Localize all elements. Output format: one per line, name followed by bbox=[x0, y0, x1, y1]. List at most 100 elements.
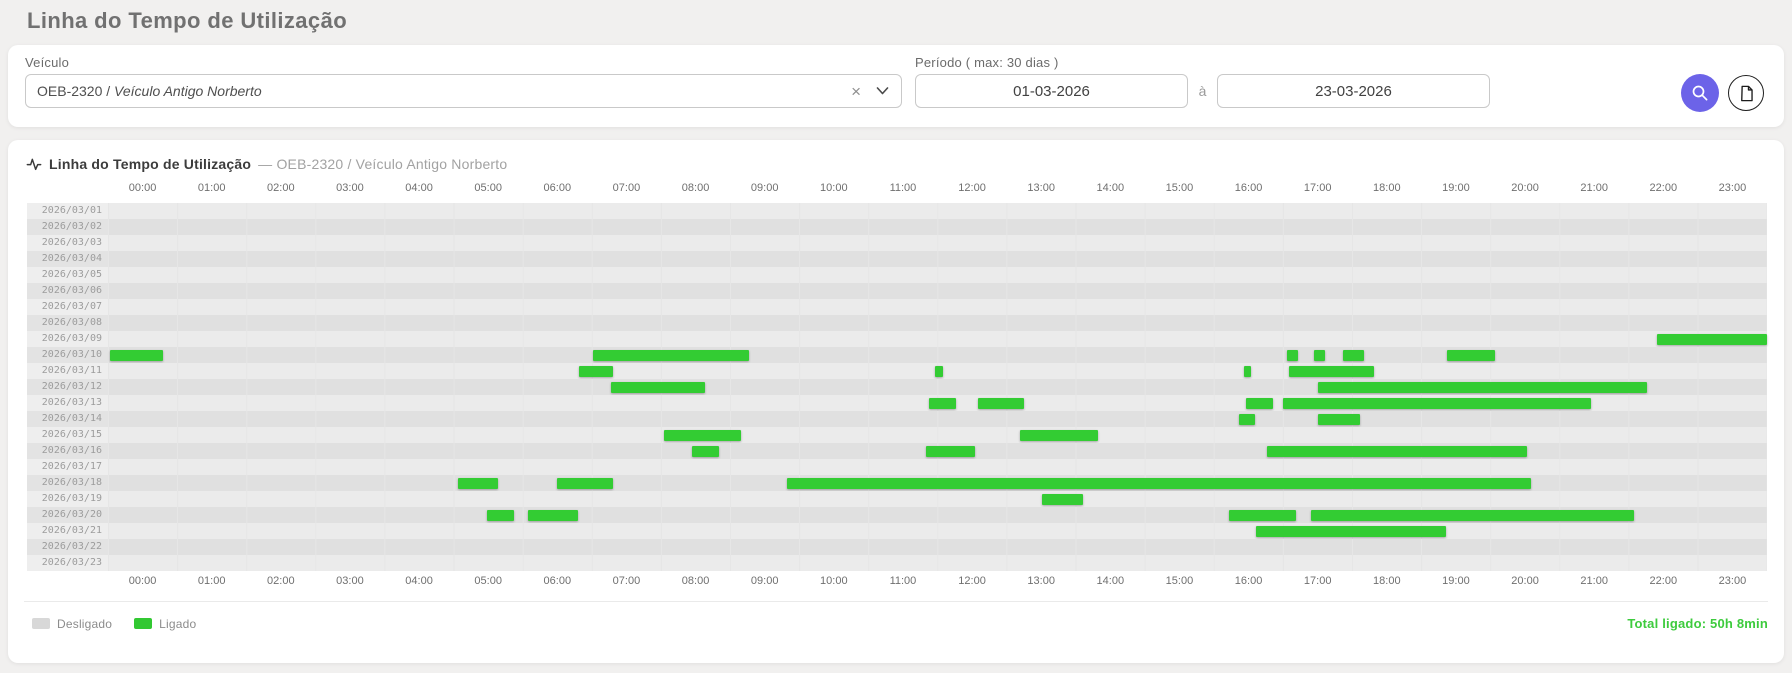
row-date-label: 2026/03/08 bbox=[27, 315, 108, 331]
hour-tick-label: 12:00 bbox=[938, 575, 1007, 589]
hour-tick-label: 18:00 bbox=[1352, 575, 1421, 589]
on-interval-bar bbox=[1020, 430, 1098, 441]
on-interval-bar bbox=[579, 366, 612, 377]
row-track bbox=[108, 299, 1767, 315]
search-icon bbox=[1691, 84, 1709, 102]
row-left-pad bbox=[8, 507, 27, 523]
row-date-label: 2026/03/21 bbox=[27, 523, 108, 539]
on-interval-bar bbox=[1042, 494, 1083, 505]
row-left-pad bbox=[8, 363, 27, 379]
chart-header: Linha do Tempo de Utilização — OEB-2320 … bbox=[8, 154, 1784, 174]
hour-tick-label: 13:00 bbox=[1007, 575, 1076, 589]
hour-tick-label: 09:00 bbox=[730, 575, 799, 589]
on-interval-bar bbox=[487, 510, 515, 521]
hour-tick-label: 20:00 bbox=[1491, 182, 1560, 196]
timeline-row: 2026/03/16 bbox=[8, 443, 1784, 459]
row-track bbox=[108, 443, 1767, 459]
legend-label: Desligado bbox=[57, 617, 112, 631]
hour-tick-label: 00:00 bbox=[108, 575, 177, 589]
timeline-row: 2026/03/05 bbox=[8, 267, 1784, 283]
hour-tick-label: 02:00 bbox=[246, 182, 315, 196]
hour-tick-label: 05:00 bbox=[454, 575, 523, 589]
row-date-label: 2026/03/05 bbox=[27, 267, 108, 283]
hour-tick-label: 01:00 bbox=[177, 575, 246, 589]
on-interval-bar bbox=[110, 350, 163, 361]
timeline-row: 2026/03/11 bbox=[8, 363, 1784, 379]
hour-tick-label: 21:00 bbox=[1560, 575, 1629, 589]
timeline-row: 2026/03/21 bbox=[8, 523, 1784, 539]
row-date-label: 2026/03/22 bbox=[27, 539, 108, 555]
row-date-label: 2026/03/01 bbox=[27, 203, 108, 219]
on-interval-bar bbox=[664, 430, 741, 441]
hour-tick-label: 01:00 bbox=[177, 182, 246, 196]
chevron-down-icon[interactable] bbox=[876, 87, 889, 95]
on-interval-bar bbox=[1343, 350, 1364, 361]
timeline-row: 2026/03/13 bbox=[8, 395, 1784, 411]
hour-tick-label: 15:00 bbox=[1145, 182, 1214, 196]
timeline-chart-card: Linha do Tempo de Utilização — OEB-2320 … bbox=[8, 140, 1784, 663]
on-interval-bar bbox=[611, 382, 704, 393]
chart-subtitle: — OEB-2320 / Veículo Antigo Norberto bbox=[258, 156, 507, 172]
hour-axis-bottom: 00:0001:0002:0003:0004:0005:0006:0007:00… bbox=[108, 575, 1767, 589]
vehicle-select[interactable]: OEB-2320 / Veículo Antigo Norberto × bbox=[25, 74, 902, 108]
clear-selection-icon[interactable]: × bbox=[851, 83, 861, 100]
hour-tick-label: 06:00 bbox=[523, 575, 592, 589]
row-date-label: 2026/03/04 bbox=[27, 251, 108, 267]
hour-tick-label: 09:00 bbox=[730, 182, 799, 196]
hour-tick-label: 03:00 bbox=[315, 575, 384, 589]
row-left-pad bbox=[8, 299, 27, 315]
hour-tick-label: 04:00 bbox=[385, 575, 454, 589]
filter-card: Veículo OEB-2320 / Veículo Antigo Norber… bbox=[8, 45, 1784, 127]
row-left-pad bbox=[8, 395, 27, 411]
timeline-row: 2026/03/15 bbox=[8, 427, 1784, 443]
date-to-input[interactable]: 23-03-2026 bbox=[1217, 74, 1490, 108]
on-interval-bar bbox=[1318, 414, 1359, 425]
activity-pulse-icon bbox=[26, 156, 42, 172]
row-date-label: 2026/03/09 bbox=[27, 331, 108, 347]
row-date-label: 2026/03/15 bbox=[27, 427, 108, 443]
row-track bbox=[108, 363, 1767, 379]
row-track bbox=[108, 507, 1767, 523]
row-left-pad bbox=[8, 523, 27, 539]
chart-title: Linha do Tempo de Utilização bbox=[49, 156, 251, 172]
vehicle-field-block: Veículo OEB-2320 / Veículo Antigo Norber… bbox=[25, 55, 902, 108]
on-interval-bar bbox=[1244, 366, 1251, 377]
row-date-label: 2026/03/07 bbox=[27, 299, 108, 315]
on-interval-bar bbox=[1246, 398, 1273, 409]
row-left-pad bbox=[8, 427, 27, 443]
hour-tick-label: 21:00 bbox=[1560, 182, 1629, 196]
hour-tick-label: 07:00 bbox=[592, 575, 661, 589]
on-interval-bar bbox=[1318, 382, 1647, 393]
on-interval-bar bbox=[929, 398, 957, 409]
hour-tick-label: 17:00 bbox=[1283, 182, 1352, 196]
hour-tick-label: 16:00 bbox=[1214, 182, 1283, 196]
row-left-pad bbox=[8, 315, 27, 331]
row-track bbox=[108, 203, 1767, 219]
export-report-button[interactable] bbox=[1728, 75, 1764, 111]
on-interval-bar bbox=[1311, 510, 1634, 521]
row-date-label: 2026/03/20 bbox=[27, 507, 108, 523]
hour-tick-label: 20:00 bbox=[1491, 575, 1560, 589]
row-left-pad bbox=[8, 491, 27, 507]
legend-swatch bbox=[32, 618, 50, 629]
row-track bbox=[108, 267, 1767, 283]
on-interval-bar bbox=[593, 350, 749, 361]
row-left-pad bbox=[8, 251, 27, 267]
total-on-label: Total ligado: 50h 8min bbox=[1627, 616, 1768, 631]
hour-tick-label: 13:00 bbox=[1007, 182, 1076, 196]
row-date-label: 2026/03/02 bbox=[27, 219, 108, 235]
hour-tick-label: 23:00 bbox=[1698, 182, 1767, 196]
hour-tick-label: 11:00 bbox=[868, 182, 937, 196]
row-track bbox=[108, 459, 1767, 475]
hour-tick-label: 08:00 bbox=[661, 575, 730, 589]
row-date-label: 2026/03/13 bbox=[27, 395, 108, 411]
legend-item: Desligado bbox=[32, 617, 112, 631]
timeline-row: 2026/03/23 bbox=[8, 555, 1784, 571]
hour-tick-label: 06:00 bbox=[523, 182, 592, 196]
hour-tick-label: 05:00 bbox=[454, 182, 523, 196]
row-track bbox=[108, 475, 1767, 491]
date-from-input[interactable]: 01-03-2026 bbox=[915, 74, 1188, 108]
search-button[interactable] bbox=[1681, 74, 1719, 112]
vehicle-plate: OEB-2320 / bbox=[37, 83, 114, 99]
row-date-label: 2026/03/16 bbox=[27, 443, 108, 459]
